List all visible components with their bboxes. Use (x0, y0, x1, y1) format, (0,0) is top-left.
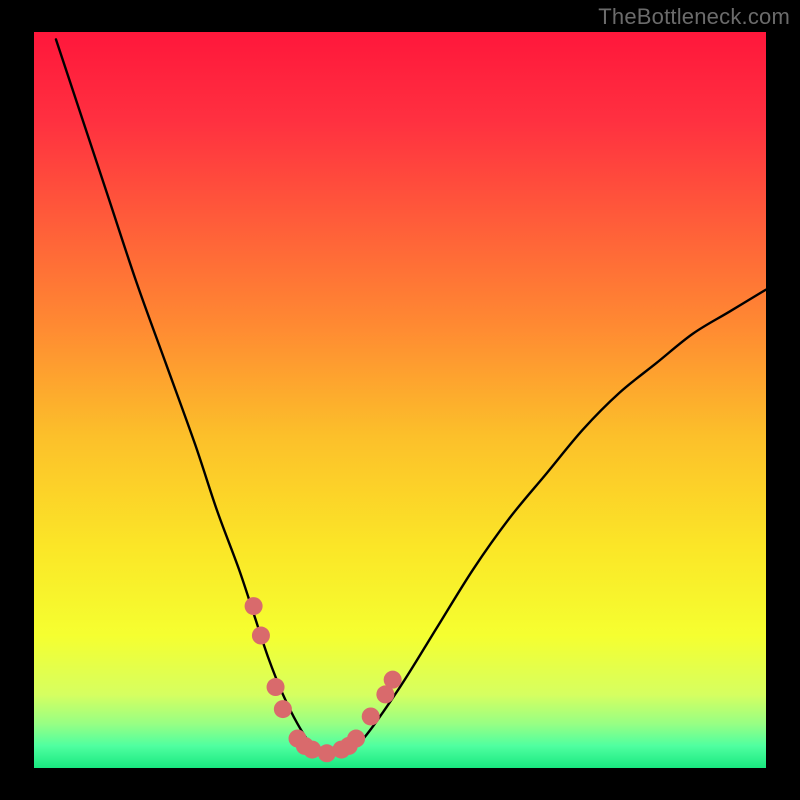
watermark-text: TheBottleneck.com (598, 4, 790, 30)
gradient-background (0, 0, 800, 800)
chart-stage: TheBottleneck.com (0, 0, 800, 800)
